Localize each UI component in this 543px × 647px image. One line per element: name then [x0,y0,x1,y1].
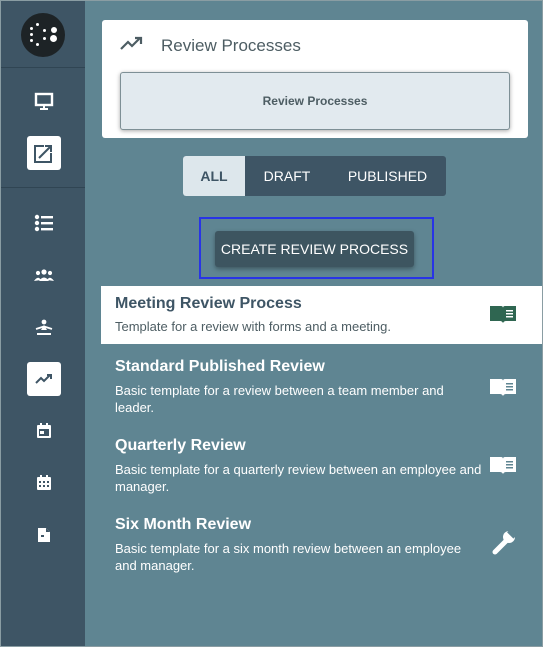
tab-draft[interactable]: DRAFT [245,156,329,196]
trending-up-icon [120,36,143,50]
trending-up-box-icon [34,143,54,163]
book-icon[interactable] [489,455,517,475]
list-icon [34,214,53,232]
calendar-day-icon [37,423,51,438]
sidebar-divider [1,67,85,68]
sidebar-divider [1,187,85,188]
presentation-icon [34,92,54,110]
book-icon[interactable] [489,304,517,324]
sidebar-item-reviews-chart[interactable] [27,136,61,170]
sidebar-item-organization[interactable] [27,310,61,344]
header-card: Review Processes Review Processes [102,20,528,138]
sidebar-item-calendar-day[interactable] [27,414,61,448]
item-title: Standard Published Review [115,358,325,375]
list-item[interactable]: Quarterly Review Basic template for a qu… [101,426,542,502]
document-icon [38,528,50,542]
list-item[interactable]: Standard Published Review Basic template… [101,347,542,423]
page-title: Review Processes [161,36,301,55]
item-description: Basic template for a quarterly review be… [115,462,482,494]
book-icon[interactable] [489,377,517,397]
sidebar-item-review-processes[interactable] [27,362,61,396]
filter-tabs: ALL DRAFT PUBLISHED [183,156,446,196]
item-title: Six Month Review [115,516,252,533]
list-item[interactable]: Meeting Review Process Template for a re… [101,286,542,344]
item-description: Basic template for a review between a te… [115,383,444,415]
people-icon [34,269,54,281]
sidebar-item-list[interactable] [27,206,61,240]
sidebar-item-documents[interactable] [27,518,61,552]
app-logo[interactable] [21,13,65,57]
sidebar-item-people[interactable] [27,258,61,292]
review-processes-chip[interactable]: Review Processes [120,72,510,130]
create-review-process-button[interactable]: CREATE REVIEW PROCESS [215,231,414,267]
item-description: Template for a review with forms and a m… [115,319,392,334]
list-item[interactable]: Six Month Review Basic template for a si… [101,505,542,581]
item-description: Basic template for a six month review be… [115,541,462,573]
trend-line-icon [35,374,52,384]
tab-published[interactable]: PUBLISHED [329,156,446,196]
tab-all[interactable]: ALL [183,156,245,196]
sidebar-item-presentation[interactable] [27,84,61,118]
sidebar [1,1,85,646]
app-window: Review Processes Review Processes ALL DR… [0,0,543,647]
sidebar-item-calendar[interactable] [27,466,61,500]
item-title: Quarterly Review [115,437,246,454]
wrench-icon[interactable] [492,529,518,555]
calendar-grid-icon [37,475,51,490]
item-title: Meeting Review Process [115,295,302,312]
person-org-icon [35,319,53,335]
